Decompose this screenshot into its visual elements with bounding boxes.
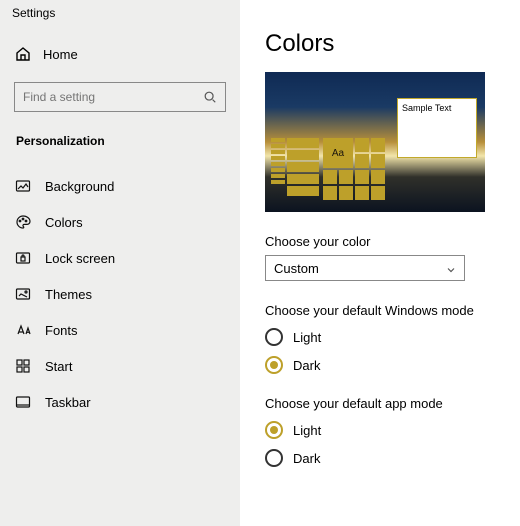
search-box[interactable] (14, 82, 226, 112)
app-mode-light[interactable]: Light (265, 421, 495, 439)
nav-home-label: Home (43, 47, 78, 62)
nav-item-label: Background (45, 179, 114, 194)
themes-icon (15, 286, 31, 302)
nav-themes[interactable]: Themes (0, 276, 240, 312)
radio-icon (265, 328, 283, 346)
lock-icon (15, 250, 31, 266)
color-preview: Aa Sample Text (265, 72, 485, 212)
radio-label: Light (293, 423, 321, 438)
category-title: Personalization (0, 122, 240, 158)
radio-label: Dark (293, 451, 320, 466)
color-mode-value: Custom (274, 261, 319, 276)
app-title: Settings (0, 0, 240, 26)
nav-fonts[interactable]: Fonts (0, 312, 240, 348)
app-mode-dark[interactable]: Dark (265, 449, 495, 467)
preview-accent-tile: Aa (323, 138, 353, 168)
font-icon (15, 322, 31, 338)
search-input[interactable] (23, 90, 203, 104)
nav-home[interactable]: Home (0, 36, 240, 72)
windows-mode-label: Choose your default Windows mode (265, 303, 495, 318)
start-icon (15, 358, 31, 374)
windows-mode-light[interactable]: Light (265, 328, 495, 346)
preview-window: Sample Text (397, 98, 477, 158)
taskbar-icon (15, 394, 31, 410)
radio-label: Dark (293, 358, 320, 373)
nav-item-label: Fonts (45, 323, 78, 338)
page-title: Colors (265, 30, 495, 58)
nav-taskbar[interactable]: Taskbar (0, 384, 240, 420)
nav-background[interactable]: Background (0, 168, 240, 204)
chevron-down-icon (446, 263, 456, 273)
nav-list: Background Colors Lock screen Themes Fon… (0, 168, 240, 420)
nav-item-label: Colors (45, 215, 83, 230)
radio-label: Light (293, 330, 321, 345)
nav-item-label: Themes (45, 287, 92, 302)
nav-start[interactable]: Start (0, 348, 240, 384)
home-icon (15, 46, 31, 62)
nav-colors[interactable]: Colors (0, 204, 240, 240)
preview-start-menu: Aa (271, 138, 385, 206)
main-panel: Colors Aa Sample Text Choose your color … (240, 0, 520, 526)
nav-item-label: Taskbar (45, 395, 91, 410)
image-icon (15, 178, 31, 194)
radio-icon (265, 421, 283, 439)
radio-icon (265, 449, 283, 467)
palette-icon (15, 214, 31, 230)
nav-item-label: Lock screen (45, 251, 115, 266)
color-mode-select[interactable]: Custom (265, 255, 465, 281)
radio-icon (265, 356, 283, 374)
nav-item-label: Start (45, 359, 72, 374)
nav-lockscreen[interactable]: Lock screen (0, 240, 240, 276)
color-mode-label: Choose your color (265, 234, 495, 249)
sidebar: Settings Home Personalization Background… (0, 0, 240, 526)
search-icon (203, 90, 217, 104)
app-mode-label: Choose your default app mode (265, 396, 495, 411)
windows-mode-dark[interactable]: Dark (265, 356, 495, 374)
